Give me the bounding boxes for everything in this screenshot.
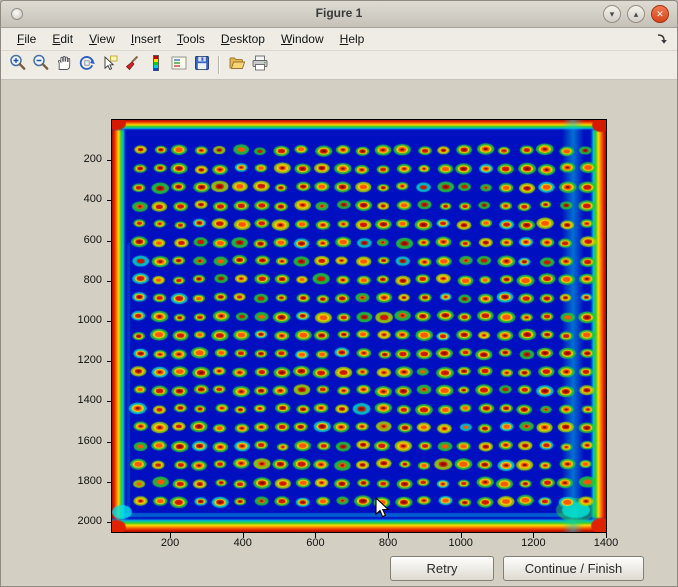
data-cursor-icon	[100, 53, 120, 78]
y-tick-mark	[107, 482, 112, 483]
figure-canvas-area: 200 400 600 800 1000 1200 1400 1600 1800 2000 200 4…	[1, 80, 677, 586]
save-button[interactable]	[190, 54, 213, 76]
shade-icon: ▾	[610, 9, 615, 20]
continue-finish-button[interactable]: Continue / Finish	[503, 556, 644, 581]
colorbar-button[interactable]	[144, 54, 167, 76]
x-tick-label: 200	[146, 537, 194, 549]
menu-window[interactable]: Window	[273, 30, 332, 48]
open-folder-button[interactable]	[225, 54, 248, 76]
y-tick-label: 600	[54, 234, 102, 246]
y-tick-mark	[107, 281, 112, 282]
legend-icon	[169, 53, 189, 78]
print-button[interactable]	[248, 54, 271, 76]
y-tick-mark	[107, 361, 112, 362]
y-tick-label: 1000	[54, 314, 102, 326]
retry-button[interactable]: Retry	[390, 556, 494, 581]
window-controls: ▾ ▴ ✕	[603, 5, 669, 23]
shade-button[interactable]: ▾	[603, 5, 621, 23]
menu-view[interactable]: View	[81, 30, 123, 48]
dock-arrow-icon[interactable]	[655, 32, 669, 46]
menubar: FileEditViewInsertToolsDesktopWindowHelp	[1, 28, 677, 51]
x-tick-mark	[243, 533, 244, 538]
y-tick-mark	[107, 200, 112, 201]
y-tick-mark	[107, 321, 112, 322]
pan-icon	[54, 53, 74, 78]
brush-button[interactable]	[121, 54, 144, 76]
window-title: Figure 1	[1, 6, 677, 20]
menu-insert[interactable]: Insert	[123, 30, 169, 48]
data-cursor-button[interactable]	[98, 54, 121, 76]
maximize-icon: ▴	[634, 9, 639, 20]
y-tick-label: 2000	[54, 515, 102, 527]
heatmap-image[interactable]	[112, 120, 606, 532]
x-tick-label: 1000	[437, 537, 485, 549]
figure-window: Figure 1 ▾ ▴ ✕ FileEditViewInsertToolsDe…	[0, 0, 678, 587]
close-button[interactable]: ✕	[651, 5, 669, 23]
x-tick-label: 1200	[509, 537, 557, 549]
menu-help[interactable]: Help	[332, 30, 373, 48]
print-icon	[250, 53, 270, 78]
y-tick-mark	[107, 442, 112, 443]
x-tick-mark	[533, 533, 534, 538]
menu-tools[interactable]: Tools	[169, 30, 213, 48]
zoom-out-icon	[31, 53, 51, 78]
y-tick-label: 1200	[54, 354, 102, 366]
x-tick-label: 400	[219, 537, 267, 549]
x-tick-mark	[606, 533, 607, 538]
pan-button[interactable]	[52, 54, 75, 76]
zoom-out-button[interactable]	[29, 54, 52, 76]
rotate-3d-button[interactable]	[75, 54, 98, 76]
x-tick-label: 600	[291, 537, 339, 549]
close-icon: ✕	[656, 9, 664, 20]
y-tick-label: 800	[54, 274, 102, 286]
toolbar-separator	[218, 56, 220, 74]
legend-button[interactable]	[167, 54, 190, 76]
menu-desktop[interactable]: Desktop	[213, 30, 273, 48]
save-icon	[192, 53, 212, 78]
y-tick-mark	[107, 241, 112, 242]
toolbar	[1, 51, 677, 80]
y-tick-label: 1400	[54, 394, 102, 406]
x-tick-mark	[315, 533, 316, 538]
titlebar[interactable]: Figure 1 ▾ ▴ ✕	[1, 1, 677, 28]
y-tick-mark	[107, 401, 112, 402]
x-tick-label: 1400	[582, 537, 630, 549]
maximize-button[interactable]: ▴	[627, 5, 645, 23]
y-tick-label: 200	[54, 153, 102, 165]
y-tick-label: 400	[54, 193, 102, 205]
y-tick-mark	[107, 522, 112, 523]
x-tick-mark	[461, 533, 462, 538]
y-tick-label: 1600	[54, 435, 102, 447]
menu-edit[interactable]: Edit	[44, 30, 81, 48]
x-tick-mark	[170, 533, 171, 538]
y-tick-mark	[107, 160, 112, 161]
x-tick-label: 800	[364, 537, 412, 549]
open-folder-icon	[227, 53, 247, 78]
brush-icon	[123, 53, 143, 78]
zoom-in-button[interactable]	[6, 54, 29, 76]
menu-file[interactable]: File	[9, 30, 44, 48]
rotate-3d-icon	[77, 53, 97, 78]
axes: 2004006008001000120014001600180020002004…	[111, 119, 607, 533]
x-tick-mark	[388, 533, 389, 538]
colorbar-icon	[146, 53, 166, 78]
zoom-in-icon	[8, 53, 28, 78]
y-tick-label: 1800	[54, 475, 102, 487]
